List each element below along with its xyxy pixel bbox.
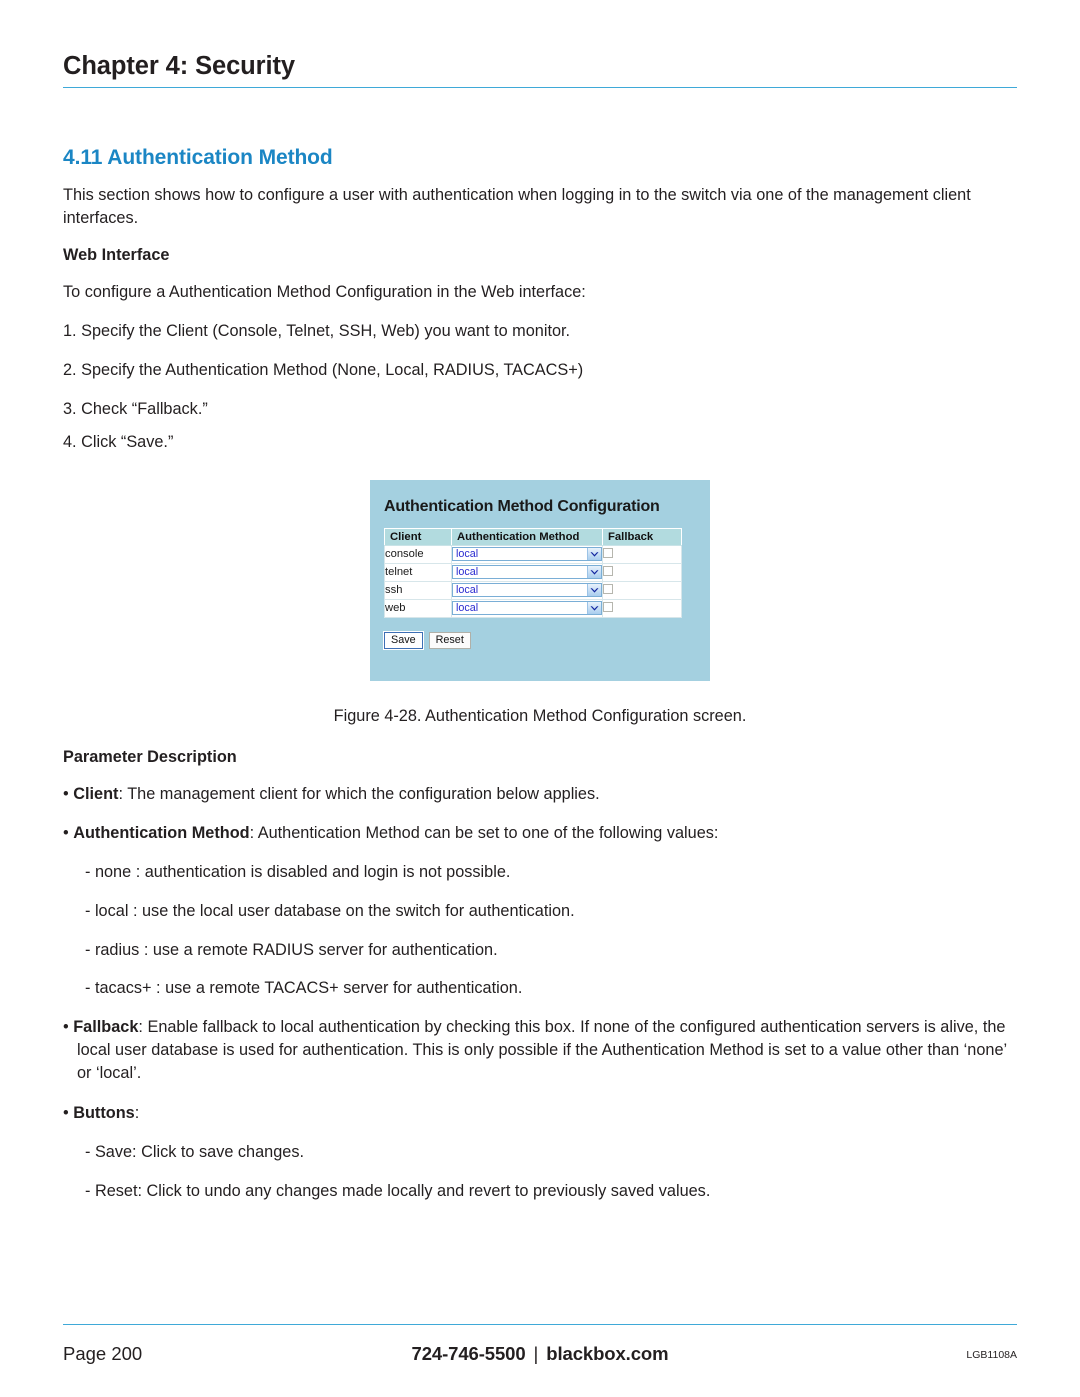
- footer-phone: 724-746-5500: [411, 1343, 526, 1364]
- table-header-row: Client Authentication Method Fallback: [384, 527, 682, 546]
- reset-button[interactable]: Reset: [428, 631, 471, 649]
- button-description-reset: - Reset: Click to undo any changes made …: [85, 1181, 711, 1200]
- chevron-down-icon[interactable]: [587, 584, 601, 597]
- step-3: 3. Check “Fallback.”: [63, 400, 208, 419]
- panel-button-row: Save Reset: [383, 630, 710, 650]
- cell-method-ssh: local: [451, 580, 603, 600]
- section-intro-paragraph: This section shows how to configure a us…: [63, 186, 971, 228]
- auth-value-local: - local : use the local user database on…: [85, 901, 575, 920]
- auth-method-value-console: local: [456, 548, 479, 561]
- auth-method-value-telnet: local: [456, 566, 479, 579]
- auth-method-select-web[interactable]: local: [452, 601, 602, 616]
- table-row: console local: [384, 544, 682, 564]
- save-button[interactable]: Save: [383, 630, 424, 650]
- auth-method-value-ssh: local: [456, 584, 479, 597]
- footer-separator: |: [533, 1343, 539, 1364]
- parameter-description-heading: Parameter Description: [63, 747, 237, 766]
- cell-method-telnet: local: [451, 562, 603, 582]
- footer-website: blackbox.com: [546, 1343, 669, 1364]
- column-header-client: Client: [384, 527, 452, 546]
- footer-contact: 724-746-5500 | blackbox.com: [63, 1343, 1017, 1365]
- cell-fallback-ssh: [602, 580, 682, 600]
- table-row: ssh local: [384, 580, 682, 600]
- bullet-buttons-term: Buttons: [73, 1103, 135, 1122]
- button-description-save: - Save: Click to save changes.: [85, 1142, 304, 1161]
- bullet-fallback: • Fallback: Enable fallback to local aut…: [63, 1018, 1007, 1083]
- cell-fallback-telnet: [602, 562, 682, 582]
- page-content: 4.11 Authentication Method This section …: [63, 146, 1017, 1218]
- auth-method-select-ssh[interactable]: local: [452, 583, 602, 598]
- figure-caption: Figure 4-28. Authentication Method Confi…: [333, 706, 747, 725]
- document-page: Chapter 4: Security 4.11 Authentication …: [0, 0, 1080, 1397]
- auth-method-select-console[interactable]: local: [452, 547, 602, 562]
- fallback-checkbox-console[interactable]: [603, 547, 613, 558]
- bullet-fallback-text: : Enable fallback to local authenticatio…: [77, 1018, 1007, 1083]
- step-4: 4. Click “Save.”: [63, 432, 174, 451]
- bullet-client-text: : The management client for which the co…: [118, 784, 600, 803]
- cell-method-console: local: [451, 544, 603, 564]
- cell-client-ssh: ssh: [384, 580, 452, 600]
- bullet-fallback-term: Fallback: [73, 1018, 139, 1037]
- bullet-buttons: • Buttons:: [63, 1103, 140, 1122]
- bullet-client-term: Client: [73, 784, 119, 803]
- document-code: LGB1108A: [966, 1349, 1017, 1361]
- column-header-authentication-method: Authentication Method: [451, 527, 603, 546]
- bullet-authentication-method-text: : Authentication Method can be set to on…: [249, 823, 719, 842]
- footer-divider: [63, 1324, 1017, 1325]
- authentication-method-table: Client Authentication Method Fallback co…: [384, 527, 682, 618]
- fallback-checkbox-telnet[interactable]: [603, 565, 613, 576]
- header-divider: [63, 87, 1017, 89]
- panel-title: Authentication Method Configuration: [384, 497, 660, 515]
- auth-method-value-web: local: [456, 602, 479, 615]
- authentication-method-configuration-panel: Authentication Method Configuration Clie…: [370, 479, 710, 681]
- table-row: web local: [384, 598, 682, 618]
- cell-client-web: web: [384, 598, 452, 618]
- table-row: telnet local: [384, 562, 682, 582]
- cell-method-web: local: [451, 598, 603, 618]
- chapter-title: Chapter 4: Security: [63, 52, 295, 80]
- cell-client-console: console: [384, 544, 452, 564]
- cell-fallback-console: [602, 544, 682, 564]
- fallback-checkbox-web[interactable]: [603, 601, 613, 612]
- page-header: Chapter 4: Security: [63, 52, 1017, 89]
- cell-client-telnet: telnet: [384, 562, 452, 582]
- fallback-checkbox-ssh[interactable]: [603, 583, 613, 594]
- auth-value-none: - none : authentication is disabled and …: [85, 862, 511, 881]
- web-interface-lead-in: To configure a Authentication Method Con…: [63, 283, 586, 302]
- auth-method-select-telnet[interactable]: local: [452, 565, 602, 580]
- figure-container: Authentication Method Configuration Clie…: [63, 479, 1017, 726]
- subheading-web-interface: Web Interface: [63, 246, 170, 265]
- bullet-authentication-method-term: Authentication Method: [73, 823, 250, 842]
- bullet-authentication-method: • Authentication Method: Authentication …: [63, 823, 719, 842]
- step-1: 1. Specify the Client (Console, Telnet, …: [63, 322, 571, 341]
- bullet-buttons-text: :: [134, 1103, 140, 1122]
- chevron-down-icon[interactable]: [587, 548, 601, 561]
- bullet-client: • Client: The management client for whic…: [63, 784, 600, 803]
- auth-value-tacacs: - tacacs+ : use a remote TACACS+ server …: [85, 979, 523, 998]
- section-heading: 4.11 Authentication Method: [63, 146, 333, 169]
- cell-fallback-web: [602, 598, 682, 618]
- auth-value-radius: - radius : use a remote RADIUS server fo…: [85, 940, 498, 959]
- step-2: 2. Specify the Authentication Method (No…: [63, 361, 584, 380]
- column-header-fallback: Fallback: [602, 527, 682, 546]
- chevron-down-icon[interactable]: [587, 602, 601, 615]
- footer-row: Page 200 724-746-5500 | blackbox.com LGB11…: [63, 1343, 1017, 1373]
- chevron-down-icon[interactable]: [587, 566, 601, 579]
- page-footer: Page 200 724-746-5500 | blackbox.com LGB11…: [63, 1324, 1017, 1373]
